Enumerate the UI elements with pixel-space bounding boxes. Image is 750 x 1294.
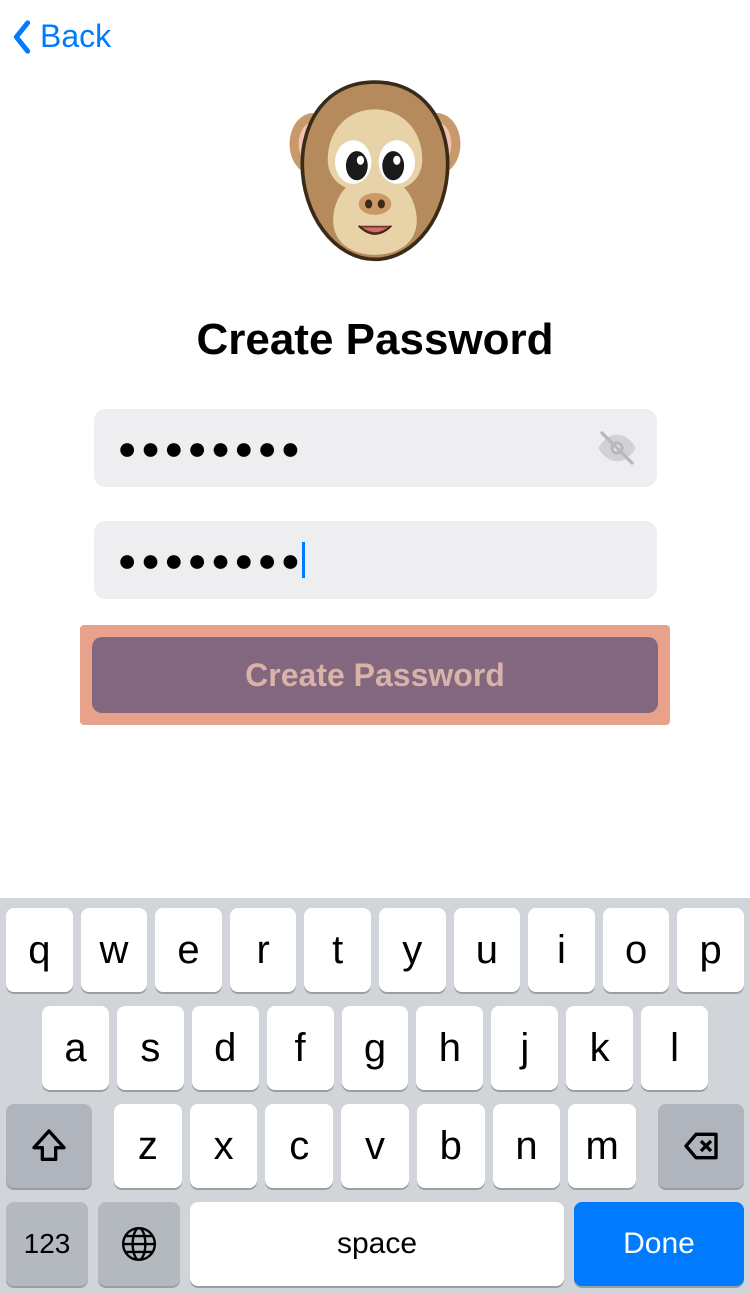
globe-icon <box>120 1225 158 1263</box>
password-input-1[interactable]: ●●●●●●●● <box>94 409 657 487</box>
done-key-label: Done <box>623 1227 695 1261</box>
keyboard: qwertyuiop asdfghjkl zxcvbnm 123 space D… <box>0 898 750 1294</box>
password-input-2[interactable]: ●●●●●●●● <box>94 521 657 599</box>
password-2-masked: ●●●●●●●● <box>118 542 305 579</box>
key-g[interactable]: g <box>342 1006 409 1090</box>
key-f[interactable]: f <box>267 1006 334 1090</box>
key-e[interactable]: e <box>155 908 222 992</box>
shift-icon <box>29 1126 69 1166</box>
keyboard-row-2: asdfghjkl <box>6 1006 744 1090</box>
key-q[interactable]: q <box>6 908 73 992</box>
key-b[interactable]: b <box>417 1104 485 1188</box>
key-s[interactable]: s <box>117 1006 184 1090</box>
create-password-label: Create Password <box>245 657 505 694</box>
key-n[interactable]: n <box>493 1104 561 1188</box>
key-z[interactable]: z <box>114 1104 182 1188</box>
page-title: Create Password <box>196 315 553 365</box>
key-v[interactable]: v <box>341 1104 409 1188</box>
key-o[interactable]: o <box>603 908 670 992</box>
backspace-icon <box>681 1126 721 1166</box>
keyboard-row-3: zxcvbnm <box>6 1104 744 1188</box>
keyboard-row-4: 123 space Done <box>6 1202 744 1286</box>
key-h[interactable]: h <box>416 1006 483 1090</box>
key-c[interactable]: c <box>265 1104 333 1188</box>
text-cursor <box>302 542 305 578</box>
chevron-left-icon <box>12 20 32 54</box>
key-r[interactable]: r <box>230 908 297 992</box>
shift-key[interactable] <box>6 1104 92 1188</box>
keyboard-row-1: qwertyuiop <box>6 908 744 992</box>
create-password-button[interactable]: Create Password <box>92 637 658 713</box>
key-a[interactable]: a <box>42 1006 109 1090</box>
key-y[interactable]: y <box>379 908 446 992</box>
key-l[interactable]: l <box>641 1006 708 1090</box>
key-m[interactable]: m <box>568 1104 636 1188</box>
keyboard-row-3-letters: zxcvbnm <box>114 1104 636 1188</box>
globe-key[interactable] <box>98 1202 180 1286</box>
done-key[interactable]: Done <box>574 1202 744 1286</box>
numbers-key[interactable]: 123 <box>6 1202 88 1286</box>
key-t[interactable]: t <box>304 908 371 992</box>
key-i[interactable]: i <box>528 908 595 992</box>
key-w[interactable]: w <box>81 908 148 992</box>
numbers-key-label: 123 <box>24 1228 71 1260</box>
eye-off-icon[interactable] <box>597 428 637 468</box>
key-k[interactable]: k <box>566 1006 633 1090</box>
backspace-key[interactable] <box>658 1104 744 1188</box>
space-key[interactable]: space <box>190 1202 564 1286</box>
space-key-label: space <box>337 1227 417 1261</box>
back-button[interactable]: Back <box>12 18 111 55</box>
submit-highlight: Create Password <box>80 625 670 725</box>
key-d[interactable]: d <box>192 1006 259 1090</box>
mascot-image <box>265 63 485 283</box>
key-u[interactable]: u <box>454 908 521 992</box>
back-label: Back <box>40 18 111 55</box>
key-x[interactable]: x <box>190 1104 258 1188</box>
key-p[interactable]: p <box>677 908 744 992</box>
password-1-masked: ●●●●●●●● <box>118 430 305 467</box>
key-j[interactable]: j <box>491 1006 558 1090</box>
